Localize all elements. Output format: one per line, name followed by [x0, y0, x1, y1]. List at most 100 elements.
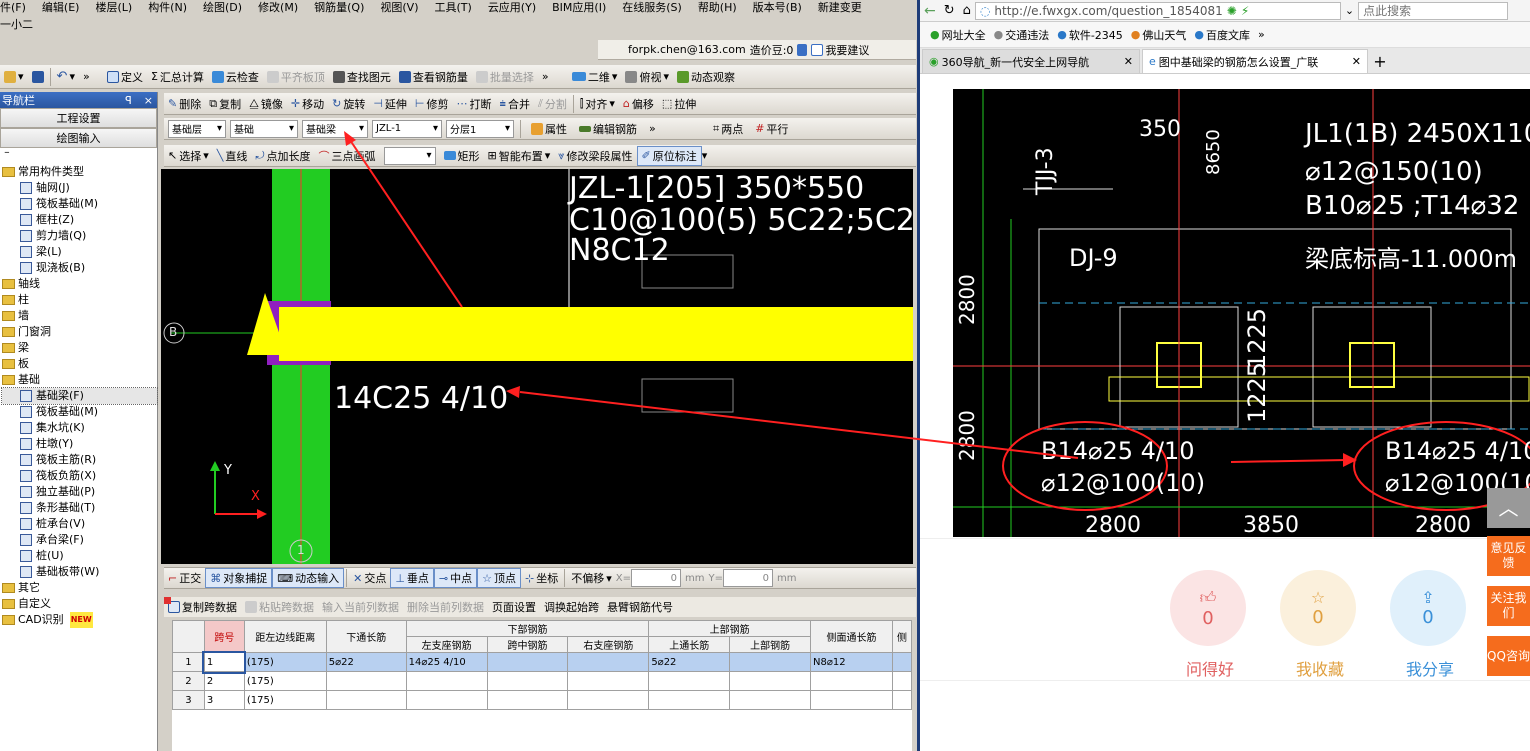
home-icon[interactable]: ⌂ [959, 1, 975, 21]
view-rebar-button[interactable]: 查看钢筋量 [395, 67, 472, 87]
three-point-arc-button[interactable]: ⌒ 三点画弧 [315, 146, 380, 166]
split-button[interactable]: ⫽ 分割 [534, 94, 571, 114]
tree-item[interactable]: 自定义 [2, 596, 157, 612]
flat-slab-button[interactable]: 平齐板顶 [263, 67, 329, 87]
trim-button[interactable]: ⊢ 修剪 [411, 94, 453, 114]
tree-item[interactable]: 门窗洞 [2, 324, 157, 340]
bookmark-item[interactable]: ● 佛山天气 [1127, 25, 1191, 45]
cell-dist[interactable]: (175) [243, 690, 327, 710]
bell-icon[interactable] [797, 43, 808, 56]
tab-question[interactable]: e 图中基础梁的钢筋怎么设置_广联 ✕ [1142, 49, 1368, 73]
follow-us-button[interactable]: 关注我们 [1487, 586, 1530, 626]
pin-icon[interactable]: ꟼ [125, 94, 132, 107]
break-button[interactable]: ⋯ 打断 [453, 94, 496, 114]
menu-item[interactable]: 钢筋量(Q) [314, 0, 364, 14]
object-snap-toggle[interactable]: ⌘ 对象捕捉 [205, 568, 273, 588]
menu-item[interactable]: 帮助(H) [698, 0, 737, 14]
cell-right[interactable] [567, 690, 650, 710]
offset-button[interactable]: ⌂ 偏移 [619, 94, 658, 114]
edit-box[interactable] [641, 378, 734, 413]
parallel-button[interactable]: # 平行 [751, 119, 792, 139]
input-column-button[interactable]: 输入当前列数据 [318, 597, 403, 617]
cell-right[interactable] [567, 652, 650, 672]
cell-side[interactable] [810, 671, 893, 691]
tree-item[interactable]: 常用构件类型 [2, 164, 157, 180]
more-chevron[interactable]: » [538, 67, 568, 87]
cell-side[interactable]: N8⌀12 [810, 652, 893, 672]
copy-span-button[interactable]: 复制跨数据 [164, 597, 241, 617]
mirror-button[interactable]: ⧋ 镜像 [245, 94, 287, 114]
cell-more[interactable] [891, 671, 913, 691]
bookmark-item[interactable]: ● 软件-2345 [1053, 25, 1127, 45]
foundation-beam[interactable] [279, 307, 913, 361]
tree-collapse-toggle[interactable]: ⁻ [0, 148, 157, 164]
two-point-button[interactable]: ⌗ 两点 [709, 119, 747, 139]
cell-upper_len[interactable] [648, 690, 731, 710]
merge-button[interactable]: ⩧ 合并 [496, 94, 534, 114]
tree-item[interactable]: 柱 [2, 292, 157, 308]
open-button[interactable]: ▾ [0, 67, 28, 87]
tree-item[interactable]: 剪力墙(Q) [2, 228, 157, 244]
layer-dropdown[interactable]: 基础层 ▾ [168, 119, 226, 138]
tree-item[interactable]: 基础梁(F) [1, 387, 158, 405]
tree-item[interactable]: 板 [2, 356, 157, 372]
paste-span-button[interactable]: 粘贴跨数据 [241, 597, 318, 617]
bookmark-item[interactable]: ● 百度文库 [1190, 25, 1254, 45]
tab-360-nav[interactable]: ◉ 360导航_新一代安全上网导航 ✕ [922, 49, 1140, 73]
drawing-input-button[interactable]: 绘图输入 [0, 128, 157, 148]
tree-item[interactable]: 桩(U) [2, 548, 157, 564]
view-mode-dropdown[interactable]: 二维 ▾ [568, 67, 622, 87]
cell-lower_len[interactable]: 5⌀22 [325, 652, 407, 672]
align-dropdown[interactable]: ⫿ 对齐 ▾ [576, 94, 619, 114]
arc-mode-dropdown[interactable]: ▾ [383, 146, 436, 165]
cloud-check-button[interactable]: 云检查 [208, 67, 263, 87]
menu-item[interactable]: 版本号(B) [753, 0, 802, 14]
tree-item[interactable]: 梁 [2, 340, 157, 356]
adjust-start-span-button[interactable]: 调换起始跨 [540, 597, 603, 617]
menu-item[interactable]: 新建变更 [818, 0, 862, 14]
table-row[interactable]: 3 3 (175) [172, 690, 913, 710]
rect-button[interactable]: 矩形 [440, 146, 484, 166]
delete-button[interactable]: ✎ 删除 [164, 94, 205, 114]
advice-button[interactable]: 我要建议 [811, 40, 869, 60]
point-length-button[interactable]: ⤾ 点加长度 [251, 146, 314, 166]
project-settings-button[interactable]: 工程设置 [0, 108, 157, 128]
tree-item[interactable]: 现浇板(B) [2, 260, 157, 276]
cell-left[interactable] [405, 671, 488, 691]
menu-item[interactable]: 件(F) [0, 0, 26, 14]
new-tab-button[interactable]: + [1368, 49, 1392, 73]
tree-item[interactable]: 基础板带(W) [2, 564, 157, 580]
smart-layout-dropdown[interactable]: ⊞ 智能布置 ▾ [484, 146, 555, 166]
modify-segment-button[interactable]: ⩔ 修改梁段属性 [554, 146, 636, 166]
cell-span[interactable]: 2 [203, 671, 245, 691]
intersect-snap[interactable]: ✕ 交点 [349, 568, 390, 588]
tree-item[interactable]: 墙 [2, 308, 157, 324]
type-dropdown[interactable]: 基础梁 ▾ [302, 119, 368, 138]
ortho-toggle[interactable]: ⌐ 正交 [164, 568, 205, 588]
cell-right[interactable] [567, 671, 650, 691]
menu-item[interactable]: 工具(T) [435, 0, 472, 14]
cell-upper_len[interactable]: 5⌀22 [648, 652, 731, 672]
page-setup-button[interactable]: 页面设置 [488, 597, 540, 617]
calc-button[interactable]: Σ 汇总计算 [147, 67, 208, 87]
qq-consult-button[interactable]: QQ咨询 [1487, 636, 1530, 676]
define-button[interactable]: 定义 [103, 67, 147, 87]
tree-item[interactable]: 梁(L) [2, 244, 157, 260]
select-dropdown[interactable]: ↖ 选择 ▾ [164, 146, 213, 166]
url-field[interactable]: ◌ http://e.fwxgx.com/question_1854081 ✺ … [974, 1, 1341, 20]
move-button[interactable]: ✛ 移动 [287, 94, 328, 114]
category-dropdown[interactable]: 基础 ▾ [230, 119, 298, 138]
cell-more[interactable] [891, 652, 913, 672]
menu-item[interactable]: 云应用(Y) [488, 0, 536, 14]
tree-item[interactable]: 承台梁(F) [2, 532, 157, 548]
component-name-dropdown[interactable]: JZL-1 ▾ [372, 119, 442, 138]
menu-item[interactable]: BIM应用(I) [552, 0, 606, 14]
tree-item[interactable]: 独立基础(P) [2, 484, 157, 500]
cell-upper_len[interactable] [648, 671, 731, 691]
tree-item[interactable]: CAD识别 NEW [2, 612, 157, 628]
back-icon[interactable]: ← [920, 1, 940, 21]
cell-upper[interactable] [729, 671, 812, 691]
menu-item[interactable]: 楼层(L) [95, 0, 132, 14]
more-chevron[interactable]: » [645, 119, 705, 139]
menu-item[interactable]: 视图(V) [380, 0, 418, 14]
